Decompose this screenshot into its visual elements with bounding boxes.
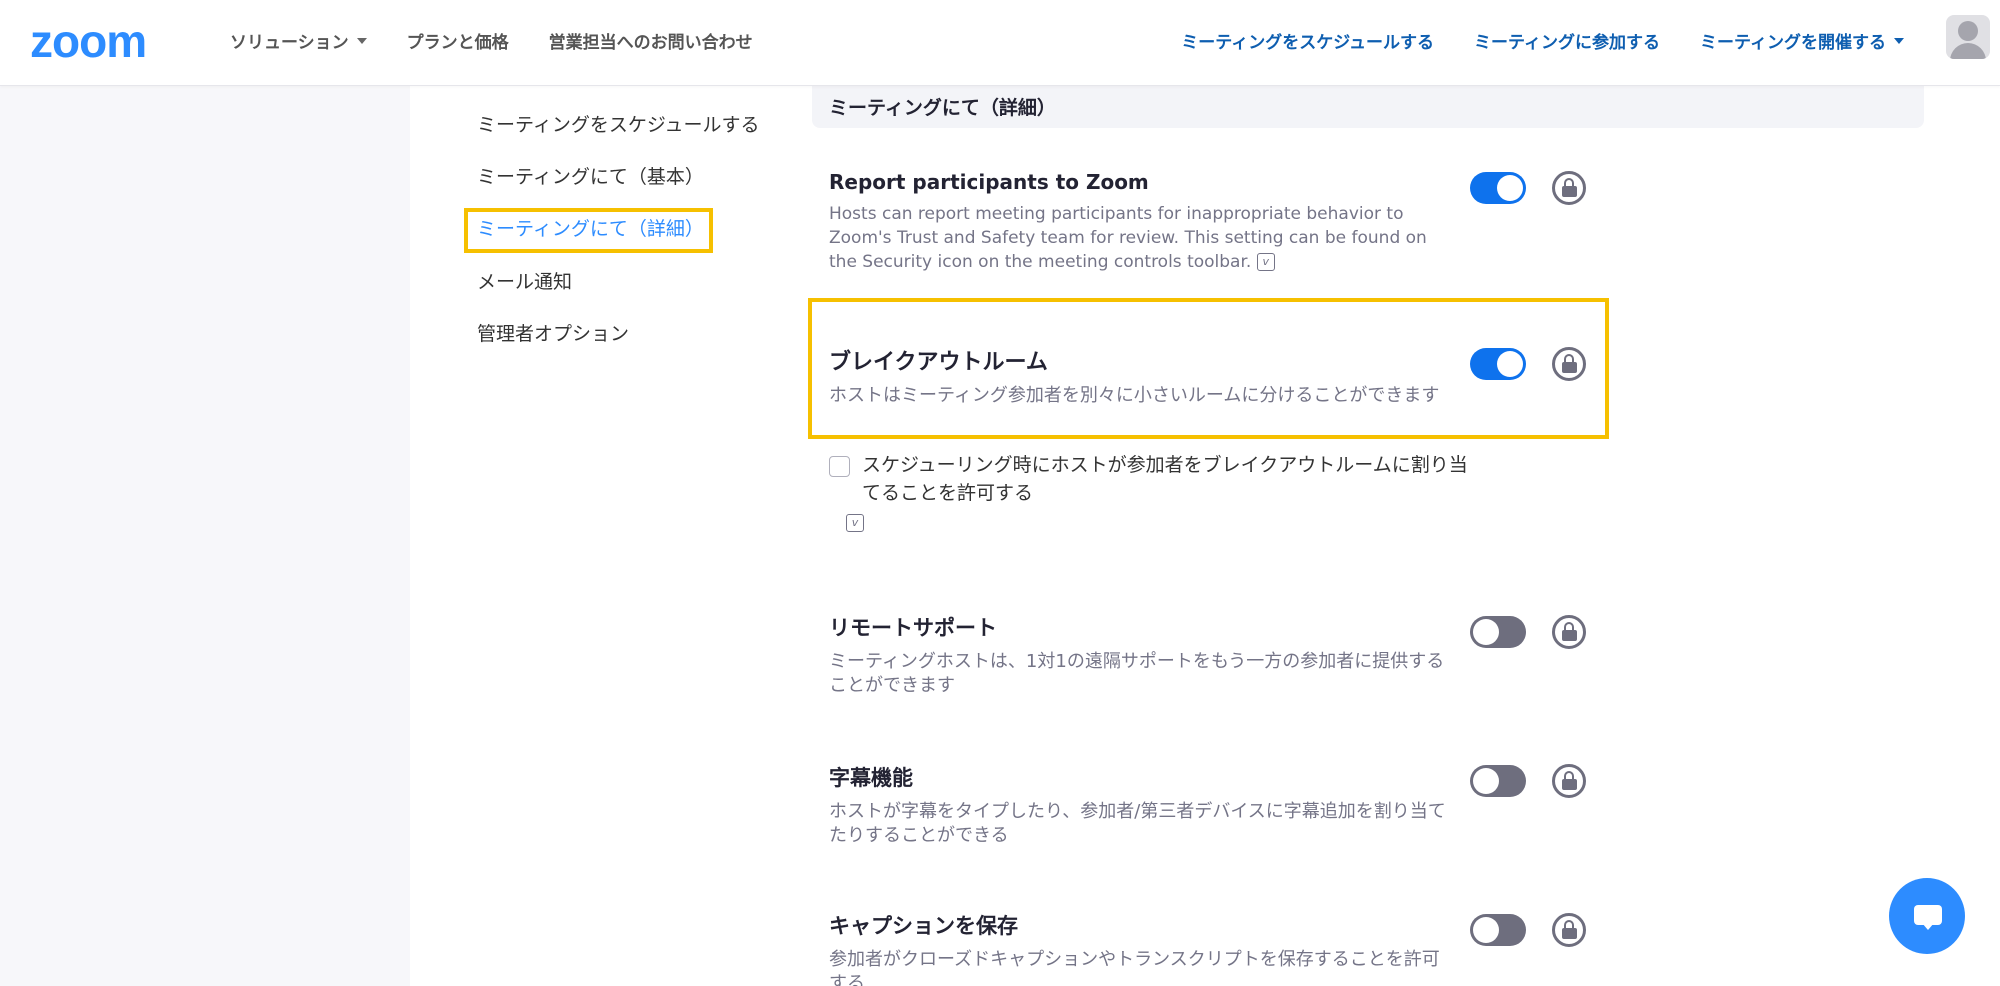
nav-join-meeting[interactable]: ミーティングに参加する	[1474, 28, 1660, 53]
save-captions-toggle[interactable]	[1470, 914, 1526, 946]
nav-schedule-meeting[interactable]: ミーティングをスケジュールする	[1181, 28, 1434, 53]
sidenav-highlight-box	[464, 208, 713, 253]
sidenav-item-email-notifications[interactable]: メール通知	[477, 267, 572, 294]
meeting-nav: ミーティングをスケジュールする ミーティングに参加する ミーティングを開催する	[1181, 28, 1904, 53]
lock-icon[interactable]	[1552, 171, 1586, 205]
setting-save-captions: キャプションを保存 参加者がクローズドキャプションやトランスクリプトを保存するこ…	[829, 910, 1449, 986]
caret-down-icon	[1894, 37, 1904, 44]
lock-body	[1562, 186, 1577, 197]
setting-remote-support: リモートサポート ミーティングホストは、1対1の遠隔サポートをもう一方の参加者に…	[829, 612, 1449, 698]
zoom-logo[interactable]: zoom	[30, 18, 147, 64]
setting-description: Hosts can report meeting participants fo…	[829, 202, 1449, 274]
caret-down-icon	[356, 37, 367, 44]
nav-contact-sales[interactable]: 営業担当へのお問い合わせ	[549, 28, 753, 53]
nav-schedule-label: ミーティングをスケジュールする	[1181, 33, 1435, 53]
primary-nav: ソリューション プランと価格 営業担当へのお問い合わせ	[230, 28, 753, 53]
sidenav-item-schedule[interactable]: ミーティングをスケジュールする	[477, 110, 760, 137]
sidenav-item-in-meeting-basic[interactable]: ミーティングにて（基本）	[477, 162, 704, 189]
info-icon[interactable]: v	[846, 514, 864, 532]
report-participants-toggle[interactable]	[1470, 172, 1526, 204]
sidenav-item-admin-options[interactable]: 管理者オプション	[477, 319, 629, 346]
setting-title: リモートサポート	[829, 616, 997, 640]
avatar[interactable]	[1946, 15, 1990, 59]
nav-host-label: ミーティングを開催する	[1700, 33, 1886, 53]
toggle-knob	[1497, 175, 1523, 201]
nav-solutions[interactable]: ソリューション	[230, 28, 367, 53]
setting-title: Report participants to Zoom	[829, 170, 1149, 194]
lock-icon[interactable]	[1552, 615, 1586, 649]
chat-bubble-icon	[1914, 905, 1942, 925]
info-icon[interactable]: v	[1256, 253, 1275, 271]
setting-closed-captioning: 字幕機能 ホストが字幕をタイプしたり、参加者/第三者デバイスに字幕追加を割り当て…	[829, 762, 1449, 848]
lock-body	[1562, 630, 1577, 641]
lock-icon[interactable]	[1552, 913, 1586, 947]
toggle-knob	[1473, 619, 1499, 645]
setting-title: キャプションを保存	[829, 914, 1018, 938]
section-title: ミーティングにて（詳細）	[829, 97, 1056, 119]
nav-join-label: ミーティングに参加する	[1474, 33, 1661, 53]
nav-solutions-label: ソリューション	[230, 33, 349, 53]
breakout-preassign-checkbox[interactable]	[829, 456, 850, 477]
avatar-body-shape	[1950, 43, 1986, 59]
chat-bubble-tail	[1922, 923, 1934, 930]
toggle-knob	[1473, 768, 1499, 794]
top-header: zoom ソリューション プランと価格 営業担当へのお問い合わせ ミーティングを…	[0, 0, 2000, 86]
nav-plans-label: プランと価格	[406, 33, 509, 53]
setting-description: ホストが字幕をタイプしたり、参加者/第三者デバイスに字幕追加を割り当てたりするこ…	[829, 801, 1446, 846]
avatar-head-shape	[1958, 21, 1978, 41]
nav-contact-label: 営業担当へのお問い合わせ	[548, 33, 753, 53]
setting-description-text: Hosts can report meeting participants fo…	[829, 204, 1427, 272]
chat-button[interactable]	[1889, 878, 1965, 954]
breakout-preassign-label: スケジューリング時にホストが参加者をブレイクアウトルームに割り当てることを許可す…	[862, 454, 1468, 504]
section-header: ミーティングにて（詳細）	[812, 86, 1924, 128]
lock-icon[interactable]	[1552, 764, 1586, 798]
nav-host-meeting[interactable]: ミーティングを開催する	[1700, 28, 1904, 53]
breakout-highlight-box	[808, 298, 1609, 439]
remote-support-toggle[interactable]	[1470, 616, 1526, 648]
lock-body	[1562, 928, 1577, 939]
nav-plans-pricing[interactable]: プランと価格	[407, 28, 509, 53]
setting-description: 参加者がクローズドキャプションやトランスクリプトを保存することを許可する	[829, 949, 1440, 986]
lock-body	[1562, 779, 1577, 790]
setting-description: ミーティングホストは、1対1の遠隔サポートをもう一方の参加者に提供することができ…	[829, 651, 1445, 696]
setting-report-participants: Report participants to Zoom Hosts can re…	[829, 170, 1449, 274]
closed-captioning-toggle[interactable]	[1470, 765, 1526, 797]
toggle-knob	[1473, 917, 1499, 943]
setting-title: 字幕機能	[829, 766, 913, 790]
